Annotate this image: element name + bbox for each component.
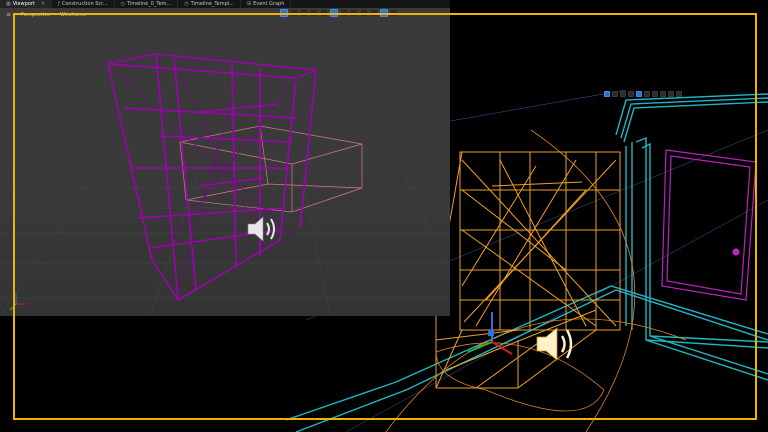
camera-speed-button[interactable] bbox=[370, 9, 378, 17]
level-viewport-toolbar bbox=[604, 91, 682, 97]
viewport-options-button[interactable] bbox=[390, 9, 398, 17]
grid-snap-button[interactable] bbox=[644, 91, 650, 97]
rotation-snap-button[interactable] bbox=[350, 9, 358, 17]
close-icon[interactable]: ✕ bbox=[41, 1, 45, 7]
viewport-toolbar bbox=[280, 9, 398, 18]
blueprint-wireframe-scene bbox=[0, 53, 450, 316]
tab-label: Viewport bbox=[12, 1, 35, 7]
select-mode-button[interactable] bbox=[604, 91, 610, 97]
coordinate-space-button[interactable] bbox=[320, 9, 328, 17]
function-icon: ƒ bbox=[58, 1, 60, 7]
tab-label: Construction Scr... bbox=[61, 1, 108, 7]
tab-timeline-template[interactable]: ◷ Timeline_Templ... bbox=[178, 0, 241, 8]
hamburger-icon: ≡ bbox=[6, 11, 12, 18]
tab-label: Timeline_Templ... bbox=[190, 1, 234, 7]
rotate-button[interactable] bbox=[620, 91, 626, 97]
viewport-icon: ▦ bbox=[6, 1, 11, 7]
tab-construction-script[interactable]: ƒ Construction Scr... bbox=[52, 0, 115, 8]
translate-button[interactable] bbox=[612, 91, 618, 97]
scale-button[interactable] bbox=[310, 9, 318, 17]
render-mode-button[interactable]: Wireframe bbox=[60, 11, 86, 18]
translate-button[interactable] bbox=[290, 9, 298, 17]
rotation-snap-button[interactable] bbox=[652, 91, 658, 97]
audio-speaker-icon[interactable] bbox=[534, 324, 582, 364]
tab-timeline-0[interactable]: ◷ Timeline_0_Tem... bbox=[115, 0, 179, 8]
surface-snap-button[interactable] bbox=[330, 9, 338, 17]
maximize-viewport-button[interactable] bbox=[380, 9, 388, 17]
camera-speed-button[interactable] bbox=[668, 91, 674, 97]
tab-label: Event Graph bbox=[253, 1, 285, 7]
tab-label: Timeline_0_Tem... bbox=[126, 1, 172, 7]
viewport-menu-button[interactable]: ≡ bbox=[6, 11, 11, 18]
clock-icon: ◷ bbox=[184, 1, 189, 7]
blueprint-viewport[interactable]: ≡ Perspective Wireframe bbox=[0, 8, 450, 316]
select-mode-button[interactable] bbox=[280, 9, 288, 17]
clock-icon: ◷ bbox=[120, 1, 125, 7]
maximize-viewport-button[interactable] bbox=[676, 91, 682, 97]
rotate-button[interactable] bbox=[300, 9, 308, 17]
grid-snap-button[interactable] bbox=[340, 9, 348, 17]
surface-snap-button[interactable] bbox=[636, 91, 642, 97]
view-mode-button[interactable]: Perspective bbox=[21, 11, 50, 18]
editor-tab-bar: ▦ Viewport ✕ ƒ Construction Scr... ◷ Tim… bbox=[0, 0, 450, 8]
audio-speaker-icon[interactable] bbox=[246, 214, 282, 244]
axis-indicator bbox=[9, 294, 26, 311]
scale-button[interactable] bbox=[628, 91, 634, 97]
scale-snap-button[interactable] bbox=[360, 9, 368, 17]
tab-event-graph[interactable]: ⊞ Event Graph bbox=[241, 0, 292, 8]
viewport-header: ≡ Perspective Wireframe bbox=[6, 11, 86, 18]
graph-icon: ⊞ bbox=[246, 1, 252, 7]
tab-viewport[interactable]: ▦ Viewport ✕ bbox=[0, 0, 53, 8]
scale-snap-button[interactable] bbox=[660, 91, 666, 97]
